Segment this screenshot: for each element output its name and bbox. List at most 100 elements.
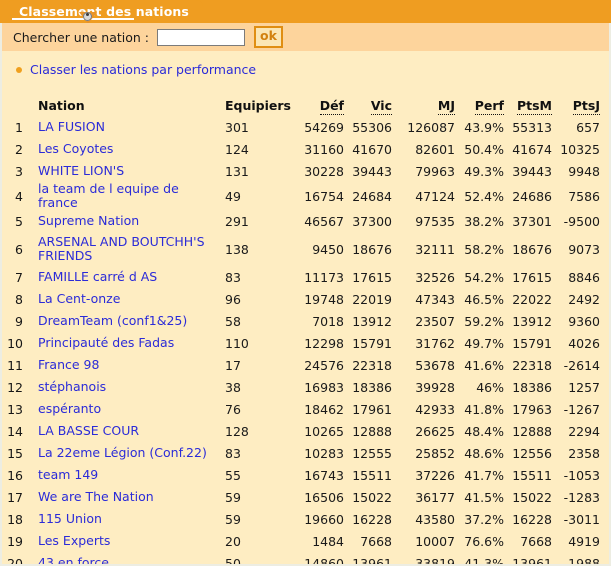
row-vic: 18676 — [352, 241, 392, 257]
nation-link[interactable]: Principauté des Fadas — [38, 335, 174, 350]
nation-link[interactable]: LA BASSE COUR — [38, 423, 139, 438]
row-ptst: 14914 — [600, 442, 609, 464]
row-rank: 16 — [7, 467, 23, 483]
row-rank: 1 — [15, 119, 23, 135]
row-nation: ARSENAL AND BOUTCHH'S FRIENDS — [28, 232, 225, 266]
row-mj: 23507 — [415, 313, 455, 329]
nation-link[interactable]: Les Experts — [38, 533, 110, 548]
row-rank: 19 — [7, 533, 23, 549]
nation-link[interactable]: Les Coyotes — [38, 141, 113, 156]
nation-link[interactable]: team 149 — [38, 467, 98, 482]
nation-link[interactable]: 115 Union — [38, 511, 102, 526]
table-row: 18 115 Union 59 19660 16228 43580 37.2% 16228 -3… — [2, 508, 609, 530]
row-nation: La 22eme Légion (Conf.22) — [28, 442, 225, 464]
nation-link[interactable]: espéranto — [38, 401, 101, 416]
row-ptst: 24514 — [600, 288, 609, 310]
column-header-mj[interactable]: MJ — [392, 94, 455, 116]
table-header-row: Nation Equipiers Déf Vic MJ Perf PtsM Pt… — [2, 94, 609, 116]
row-equipiers: 58 — [225, 313, 241, 329]
nation-link[interactable]: FAMILLE carré d AS — [38, 269, 157, 284]
row-equipiers: 50 — [225, 555, 241, 566]
row-def: 46567 — [304, 213, 344, 229]
table-row: 11 France 98 17 24576 22318 53678 41.6% 22318 -2… — [2, 354, 609, 376]
row-equipiers: 128 — [225, 423, 249, 439]
nation-link[interactable]: WHITE LION'S — [38, 163, 124, 178]
sort-by-performance-link[interactable]: Classer les nations par performance — [30, 62, 256, 77]
row-def: 10283 — [304, 445, 344, 461]
row-ptsm: 24686 — [512, 188, 552, 204]
row-rank: 2 — [15, 141, 23, 157]
table-row: 16 team 149 55 16743 15511 37226 41.7% 15511 -10… — [2, 464, 609, 486]
row-mj: 43580 — [415, 511, 455, 527]
nation-link[interactable]: 43 en force — [38, 555, 109, 565]
row-vic: 16228 — [352, 511, 392, 527]
row-mj: 37226 — [415, 467, 455, 483]
column-header-ptsm-label[interactable]: PtsM — [516, 97, 552, 115]
row-ptsm: 22022 — [512, 291, 552, 307]
nation-link[interactable]: We are The Nation — [38, 489, 154, 504]
row-rank: 5 — [15, 213, 23, 229]
nation-link[interactable]: la team de l equipe de france — [38, 181, 179, 210]
nation-link[interactable]: La Cent-onze — [38, 291, 120, 306]
row-nation: WHITE LION'S — [28, 160, 225, 182]
row-rank: 6 — [15, 241, 23, 257]
column-header-vic-label[interactable]: Vic — [370, 97, 392, 115]
row-ptsj: 4026 — [568, 335, 600, 351]
row-mj: 36177 — [415, 489, 455, 505]
row-ptsj: -2614 — [563, 357, 600, 373]
row-equipiers: 76 — [225, 401, 241, 417]
table-row: 10 Principauté des Fadas 110 12298 15791 3176… — [2, 332, 609, 354]
search-submit-button[interactable]: ok — [254, 26, 283, 48]
row-ptst: 11973 — [600, 552, 609, 564]
row-nation: FAMILLE carré d AS — [28, 266, 225, 288]
search-label: Chercher une nation : — [13, 29, 150, 45]
search-input[interactable] — [157, 28, 246, 46]
row-ptsj: -3011 — [563, 511, 600, 527]
row-ptsj: 9360 — [568, 313, 600, 329]
column-header-mj-label[interactable]: MJ — [437, 97, 455, 115]
row-mj: 47343 — [415, 291, 455, 307]
row-perf: 37.2% — [464, 511, 504, 527]
nation-link[interactable]: ARSENAL AND BOUTCHH'S FRIENDS — [38, 234, 205, 263]
column-header-def-label[interactable]: Déf — [319, 97, 344, 115]
nation-link[interactable]: LA FUSION — [38, 119, 105, 134]
row-nation: 115 Union — [28, 508, 225, 530]
row-perf: 52.4% — [464, 188, 504, 204]
column-header-def[interactable]: Déf — [292, 94, 344, 116]
nation-link[interactable]: DreamTeam (conf1&25) — [38, 313, 187, 328]
row-ptst: 13739 — [600, 486, 609, 508]
row-ptst: 12587 — [600, 530, 609, 552]
row-equipiers: 138 — [225, 241, 249, 257]
row-vic: 15791 — [352, 335, 392, 351]
row-ptsm: 22318 — [512, 357, 552, 373]
table-row: 13 espéranto 76 18462 17961 42933 41.8% 17963 -1… — [2, 398, 609, 420]
column-header-ptsm[interactable]: PtsM — [504, 94, 552, 116]
nation-link[interactable]: France 98 — [38, 357, 99, 372]
row-def: 1484 — [312, 533, 344, 549]
row-rank: 14 — [7, 423, 23, 439]
row-rank: 7 — [15, 269, 23, 285]
row-nation: LA FUSION — [28, 116, 225, 138]
row-def: 30228 — [304, 163, 344, 179]
row-ptsm: 55313 — [512, 119, 552, 135]
table-row: 4 la team de l equipe de france 49 16754 246… — [2, 181, 609, 210]
row-ptsj: 8846 — [568, 269, 600, 285]
nation-link[interactable]: La 22eme Légion (Conf.22) — [38, 445, 207, 460]
row-rank: 17 — [7, 489, 23, 505]
row-ptsm: 17963 — [512, 401, 552, 417]
row-perf: 46% — [476, 379, 504, 395]
column-header-perf-label[interactable]: Perf — [474, 97, 504, 115]
nation-link[interactable]: Supreme Nation — [38, 213, 139, 228]
row-equipiers: 55 — [225, 467, 241, 483]
row-ptsj: 1257 — [568, 379, 600, 395]
table-row: 12 stéphanois 38 16983 18386 39928 46% 18386 125… — [2, 376, 609, 398]
column-header-ptsj-label[interactable]: PtsJ — [572, 97, 600, 115]
column-header-ptst[interactable]: PtsT — [600, 94, 609, 116]
bullet-icon — [16, 66, 22, 73]
column-header-ptsj[interactable]: PtsJ — [552, 94, 600, 116]
table-row: 15 La 22eme Légion (Conf.22) 83 10283 12555 2… — [2, 442, 609, 464]
row-vic: 13912 — [352, 313, 392, 329]
column-header-vic[interactable]: Vic — [344, 94, 392, 116]
nation-link[interactable]: stéphanois — [38, 379, 106, 394]
column-header-perf[interactable]: Perf — [455, 94, 504, 116]
